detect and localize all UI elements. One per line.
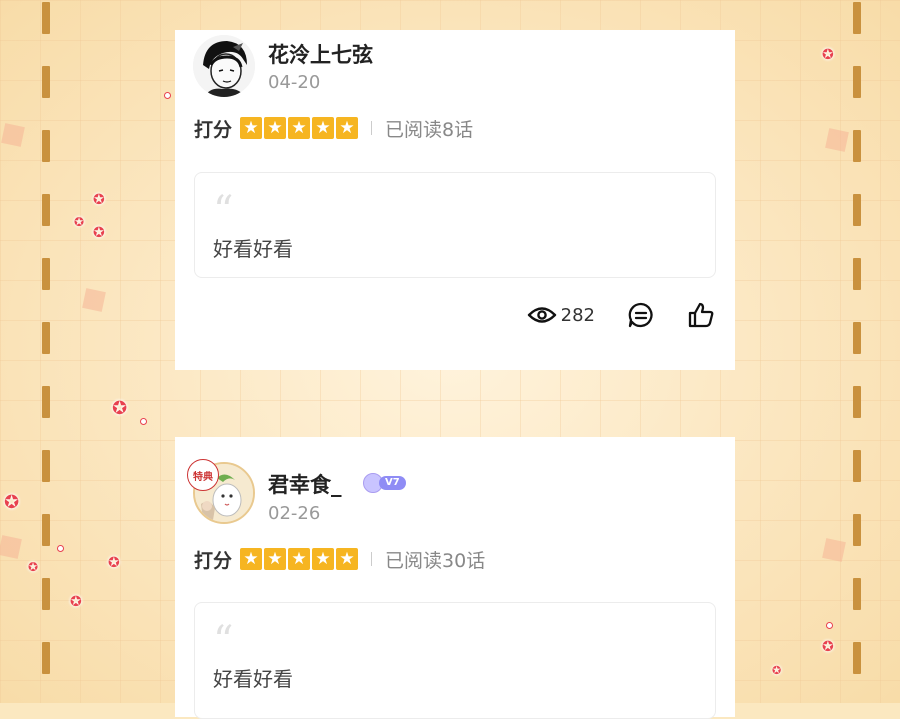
star-decoration-icon: ✪ [108, 555, 120, 571]
film-strip-dash [42, 130, 50, 162]
film-strip-dash [853, 194, 861, 226]
film-strip-dash [853, 386, 861, 418]
square-decoration [1, 123, 25, 147]
vip-badge: V7 [363, 473, 421, 493]
star-icon: ★ [264, 117, 287, 139]
film-strip-right [853, 0, 861, 703]
rating-row: 打分 ★ ★ ★ ★ ★ 已阅读30话 [194, 546, 485, 572]
star-icon: ★ [240, 548, 263, 570]
star-decoration-icon: ✪ [93, 225, 105, 241]
avatar[interactable] [193, 35, 255, 97]
rating-label: 打分 [194, 118, 233, 141]
avatar-illustration-icon [193, 35, 255, 97]
film-strip-dash [853, 514, 861, 546]
square-decoration [822, 538, 846, 562]
star-icon: ★ [312, 548, 335, 570]
comment-date: 02-26 [268, 503, 321, 524]
comment-icon [628, 302, 653, 328]
film-strip-dash [853, 322, 861, 354]
film-strip-dash [42, 450, 50, 482]
film-strip-dash [42, 322, 50, 354]
star-decoration-icon: ✪ [70, 594, 82, 610]
divider [371, 552, 373, 566]
reply-button[interactable] [627, 301, 655, 329]
divider [371, 121, 373, 135]
comment-date: 04-20 [268, 72, 321, 93]
star-decoration-icon: ✪ [4, 492, 20, 513]
rating-label: 打分 [194, 549, 233, 572]
square-decoration [82, 288, 106, 312]
comment-card: 花泠上七弦 04-20 打分 ★ ★ ★ ★ ★ 已阅读8话 “ 好看好看 28… [175, 30, 735, 370]
star-decoration-icon: ✪ [28, 560, 39, 574]
star-icon: ★ [336, 117, 359, 139]
film-strip-dash [42, 386, 50, 418]
film-strip-dash [42, 66, 50, 98]
star-decoration-icon: ✪ [93, 192, 105, 208]
rating-row: 打分 ★ ★ ★ ★ ★ 已阅读8话 [194, 115, 473, 141]
like-button[interactable] [687, 301, 715, 329]
view-count-button: 282 [527, 304, 595, 326]
thumbs-up-icon [688, 302, 714, 328]
film-strip-dash [42, 194, 50, 226]
vip-level: V7 [379, 476, 406, 490]
film-strip-dash [853, 642, 861, 674]
film-strip-dash [42, 578, 50, 610]
eye-icon [527, 307, 556, 323]
film-strip-dash [853, 578, 861, 610]
dot-decoration [826, 622, 833, 629]
username[interactable]: 花泠上七弦 [268, 39, 373, 69]
film-strip-dash [42, 642, 50, 674]
read-count: 已阅读8话 [385, 118, 474, 141]
comment-text: 好看好看 [213, 667, 293, 691]
dot-decoration [57, 545, 64, 552]
star-icon: ★ [288, 117, 311, 139]
star-icon: ★ [312, 117, 335, 139]
username[interactable]: 君幸食_ [268, 469, 342, 499]
dot-decoration [140, 418, 147, 425]
star-rating: ★ ★ ★ ★ ★ [240, 548, 359, 570]
film-strip-dash [42, 2, 50, 34]
star-decoration-icon: ✪ [74, 215, 85, 229]
star-icon: ★ [288, 548, 311, 570]
star-rating: ★ ★ ★ ★ ★ [240, 117, 359, 139]
star-icon: ★ [240, 117, 263, 139]
quote-mark-icon: “ [213, 188, 234, 234]
film-strip-dash [853, 450, 861, 482]
comment-box: “ 好看好看 [194, 172, 716, 278]
comment-text: 好看好看 [213, 237, 293, 261]
film-strip-dash [853, 130, 861, 162]
film-strip-dash [853, 258, 861, 290]
avatar-frame-badge: 特典 [187, 459, 219, 491]
star-decoration-icon: ✪ [822, 639, 834, 655]
comment-box: “ 好看好看 [194, 602, 716, 719]
dot-decoration [164, 92, 171, 99]
comment-card: 特典 君幸食_ V7 02-26 打分 ★ ★ ★ ★ ★ 已阅读30话 “ 好… [175, 437, 735, 719]
film-strip-dash [853, 2, 861, 34]
film-strip-dash [42, 514, 50, 546]
square-decoration [825, 128, 849, 152]
view-count: 282 [560, 304, 595, 326]
star-decoration-icon: ✪ [822, 47, 834, 63]
film-strip-left [42, 0, 50, 703]
read-count: 已阅读30话 [385, 549, 486, 572]
star-icon: ★ [336, 548, 359, 570]
film-strip-dash [42, 258, 50, 290]
film-strip-dash [853, 66, 861, 98]
comment-actions: 282 [527, 300, 715, 330]
star-decoration-icon: ✪ [112, 398, 128, 419]
star-decoration-icon: ✪ [772, 664, 782, 677]
star-icon: ★ [264, 548, 287, 570]
quote-mark-icon: “ [213, 618, 234, 664]
